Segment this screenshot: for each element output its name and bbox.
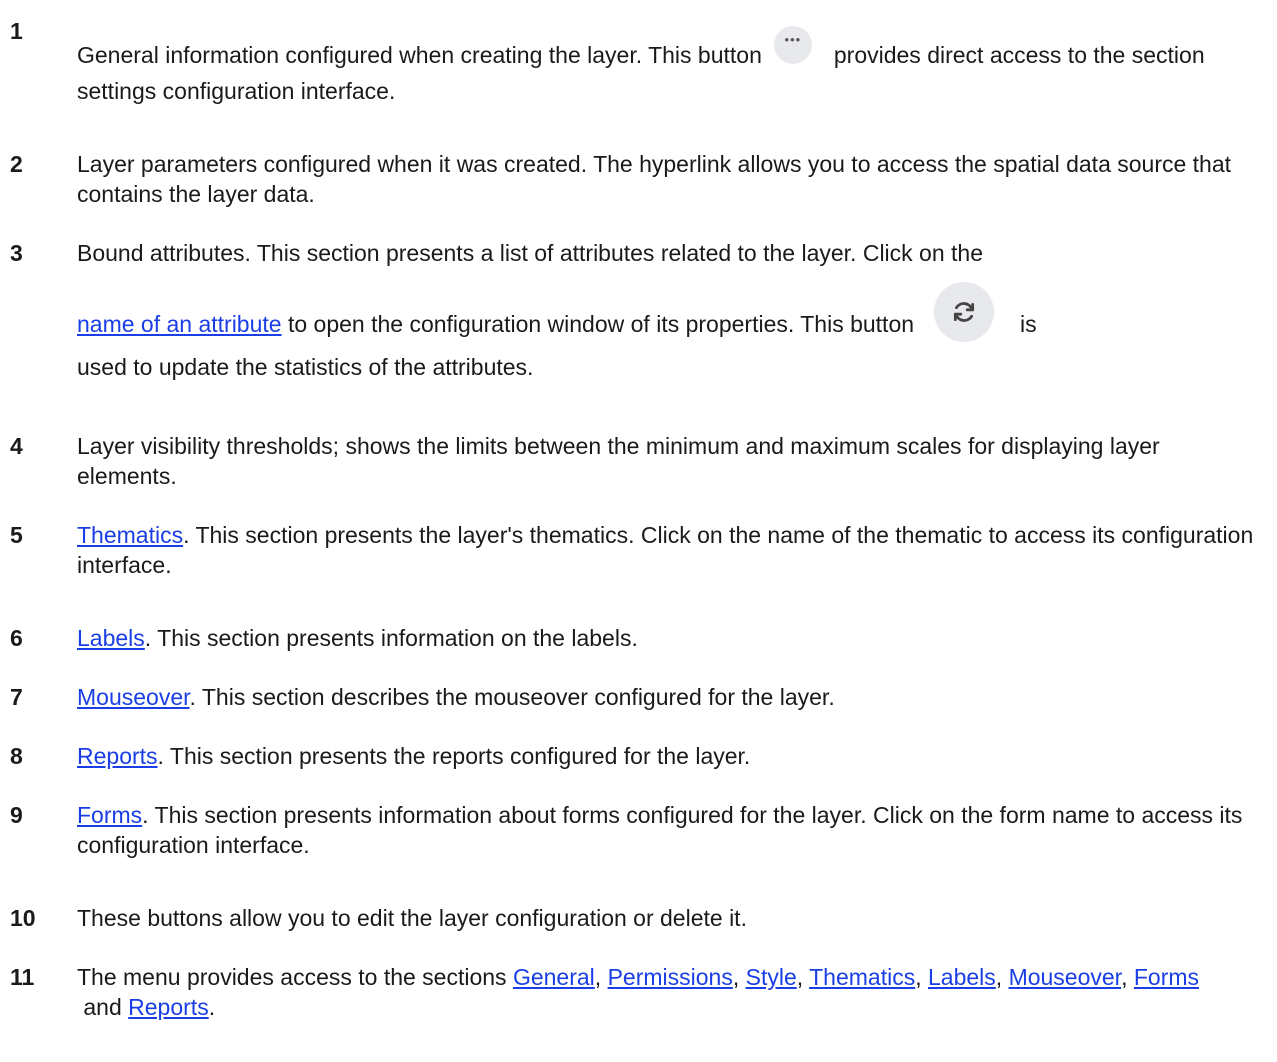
item-number: 11 bbox=[10, 964, 35, 990]
menu-link-thematics[interactable]: Thematics bbox=[809, 964, 915, 990]
mouseover-link[interactable]: Mouseover bbox=[77, 684, 190, 710]
item-text: General information configured when crea… bbox=[77, 26, 1265, 106]
thematics-link[interactable]: Thematics bbox=[77, 522, 183, 548]
item-text: Thematics. This section presents the lay… bbox=[77, 522, 1254, 578]
item-text: Layer parameters configured when it was … bbox=[77, 151, 1232, 207]
menu-link-permissions[interactable]: Permissions bbox=[608, 964, 733, 990]
menu-link-general[interactable]: General bbox=[513, 964, 595, 990]
menu-link-style[interactable]: Style bbox=[746, 964, 797, 990]
item-number: 8 bbox=[10, 743, 23, 769]
menu-link-labels[interactable]: Labels bbox=[928, 964, 996, 990]
refresh-icon[interactable] bbox=[934, 282, 995, 342]
item-number: 4 bbox=[10, 433, 23, 459]
item-text: These buttons allow you to edit the laye… bbox=[77, 905, 747, 931]
item-text: Labels. This section presents informatio… bbox=[77, 625, 638, 651]
item-text: Bound attributes. This section presents … bbox=[77, 240, 1037, 380]
item-text: Mouseover. This section describes the mo… bbox=[77, 684, 835, 710]
item-number: 5 bbox=[10, 522, 23, 548]
attribute-name-link[interactable]: name of an attribute bbox=[77, 311, 282, 337]
item-text: Forms. This section presents information… bbox=[77, 802, 1243, 858]
ellipsis-icon[interactable]: ••• bbox=[773, 26, 812, 64]
item-number: 1 bbox=[10, 18, 23, 44]
forms-link[interactable]: Forms bbox=[77, 802, 142, 828]
item-text: The menu provides access to the sections… bbox=[77, 964, 1200, 1020]
reports-link[interactable]: Reports bbox=[77, 743, 158, 769]
menu-link-mouseover[interactable]: Mouseover bbox=[1009, 964, 1122, 990]
item-text: Reports. This section presents the repor… bbox=[77, 743, 751, 769]
item-number: 3 bbox=[10, 240, 23, 266]
item-number: 10 bbox=[10, 905, 36, 931]
item-number: 9 bbox=[10, 802, 23, 828]
item-number: 7 bbox=[10, 684, 23, 710]
item-text: Layer visibility thresholds; shows the l… bbox=[77, 433, 1160, 489]
labels-link[interactable]: Labels bbox=[77, 625, 145, 651]
item-number: 2 bbox=[10, 151, 23, 177]
menu-link-reports[interactable]: Reports bbox=[128, 994, 209, 1020]
menu-link-forms[interactable]: Forms bbox=[1134, 964, 1199, 990]
item-number: 6 bbox=[10, 625, 23, 651]
